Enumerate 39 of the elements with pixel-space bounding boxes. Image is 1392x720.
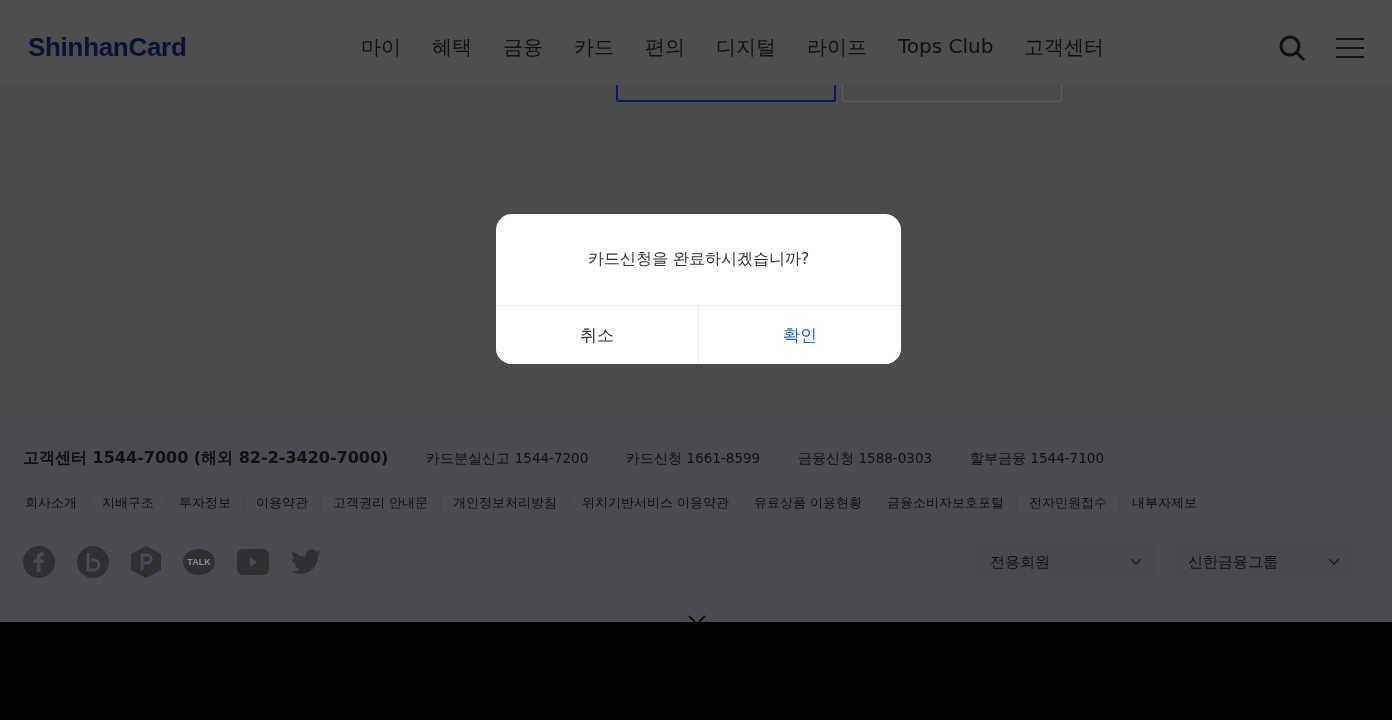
chevron-down-icon (1130, 558, 1142, 566)
logo[interactable]: ShinhanCard (28, 32, 328, 63)
talk-icon[interactable]: TALK (183, 549, 215, 575)
footer-link[interactable]: 내부자제보 (1129, 495, 1199, 512)
footer-link[interactable]: 이용약관 (254, 495, 310, 512)
footer-link[interactable]: 고객권리 안내문 (331, 495, 430, 512)
search-icon[interactable] (1278, 33, 1306, 62)
facebook-icon[interactable] (23, 546, 55, 578)
contact-text: 금융신청 1588-0303 (798, 449, 933, 468)
nav-link[interactable]: 금융 (503, 34, 543, 61)
nav-link[interactable]: 혜택 (432, 34, 472, 61)
menu-icon[interactable] (1336, 35, 1364, 60)
nav-link[interactable]: 카드 (574, 34, 614, 61)
contact-text: 카드신청 1661-8599 (626, 449, 761, 468)
footer-link[interactable]: 전자민원접수 (1026, 495, 1109, 512)
contact-text: 카드분실신고 1544-7200 (426, 449, 589, 468)
nav-link[interactable]: 마이 (361, 34, 401, 61)
footer-link[interactable]: 위치기반서비스 이용약관 (580, 495, 731, 512)
nav-link[interactable]: 디지털 (716, 34, 776, 61)
play-icon[interactable] (237, 549, 269, 575)
step-tab[interactable] (616, 85, 836, 102)
chevron-down-icon (1328, 558, 1340, 566)
nav-link[interactable]: 편의 (645, 34, 685, 61)
footer-link[interactable]: 유료상품 이용현황 (751, 495, 864, 512)
bird-icon[interactable] (291, 549, 321, 575)
footer-link[interactable]: 지배구조 (100, 495, 156, 512)
post-icon[interactable] (131, 546, 161, 578)
footer-link[interactable]: 회사소개 (23, 495, 79, 512)
contact-text: 할부금융 1544-7100 (970, 449, 1104, 468)
footer-link[interactable]: 금융소비자보호포털 (884, 495, 1006, 512)
footer-link[interactable]: 개인정보처리방침 (451, 495, 559, 512)
nav-link[interactable]: Tops Club (898, 34, 994, 61)
chevron-icon[interactable] (687, 615, 707, 625)
blog-icon[interactable] (77, 546, 109, 578)
nav-link[interactable]: 라이프 (807, 34, 867, 61)
footer-link[interactable]: 투자정보 (177, 495, 233, 512)
confirm-button[interactable]: 확인 (698, 306, 901, 364)
nav-link[interactable]: 고객센터 (1024, 34, 1105, 61)
contact-text: 고객센터 1544-7000 (해외 82-2-3420-7000) (23, 448, 389, 469)
